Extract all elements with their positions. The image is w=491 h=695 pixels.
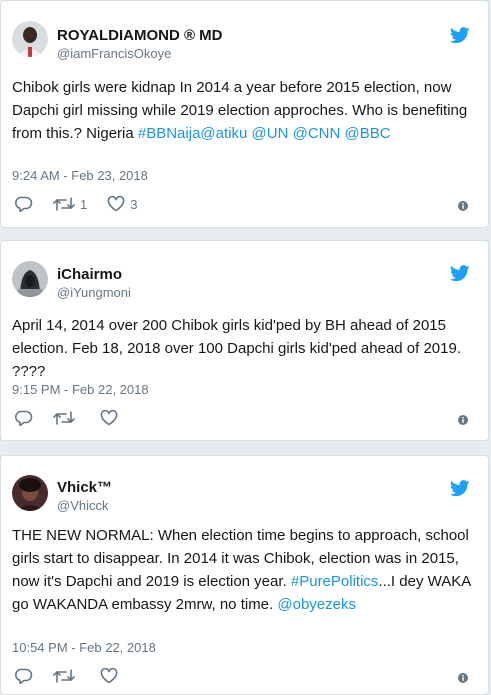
heart-icon xyxy=(100,410,118,426)
tweet-text: THE NEW NORMAL: When election time begin… xyxy=(12,524,482,616)
reply-icon xyxy=(15,668,33,684)
heart-icon xyxy=(100,668,118,684)
timestamp[interactable]: 9:15 PM - Feb 22, 2018 xyxy=(12,382,149,397)
retweet-icon xyxy=(53,669,75,683)
like-button[interactable]: 3 xyxy=(107,196,137,212)
heart-icon xyxy=(107,196,125,212)
timestamp[interactable]: 10:54 PM - Feb 22, 2018 xyxy=(12,640,156,655)
tweet-actions: 1 3 xyxy=(15,195,157,213)
reply-button[interactable] xyxy=(15,196,33,212)
tweet-card[interactable]: iChairmo @iYungmoni April 14, 2014 over … xyxy=(0,240,489,441)
reply-button[interactable] xyxy=(15,668,33,684)
avatar[interactable] xyxy=(12,21,48,57)
info-icon[interactable] xyxy=(458,673,468,683)
tweet-link[interactable]: @atiku xyxy=(200,125,247,142)
retweet-button[interactable]: 1 xyxy=(53,196,87,212)
tweet-link[interactable]: @obyezeks xyxy=(277,596,356,613)
like-count: 3 xyxy=(130,196,138,212)
tweet-link[interactable]: @UN xyxy=(252,125,289,142)
retweet-icon xyxy=(53,197,75,211)
reply-icon xyxy=(15,410,33,426)
username-handle[interactable]: @Vhicck xyxy=(57,498,109,513)
tweet-actions xyxy=(15,409,143,427)
like-button[interactable] xyxy=(100,668,123,684)
tweet-actions xyxy=(15,667,143,685)
avatar[interactable] xyxy=(12,261,48,297)
tweet-link[interactable]: @CNN xyxy=(293,125,341,142)
tweet-link[interactable]: #BBNaija xyxy=(138,125,201,142)
display-name[interactable]: Vhick™ xyxy=(57,479,112,496)
display-name[interactable]: ROYALDIAMOND ® MD xyxy=(57,27,223,44)
reply-button[interactable] xyxy=(15,410,33,426)
reply-icon xyxy=(15,196,33,212)
display-name[interactable]: iChairmo xyxy=(57,266,122,283)
retweet-icon xyxy=(53,411,75,425)
twitter-bird-icon[interactable] xyxy=(450,480,470,497)
retweet-count: 1 xyxy=(80,196,88,212)
twitter-bird-icon[interactable] xyxy=(450,27,470,44)
tweet-card[interactable]: ROYALDIAMOND ® MD @iamFrancisOkoye Chibo… xyxy=(0,0,489,228)
tweet-text: April 14, 2014 over 200 Chibok girls kid… xyxy=(12,314,482,383)
tweet-text-segment: April 14, 2014 over 200 Chibok girls kid… xyxy=(12,317,462,380)
avatar[interactable] xyxy=(12,475,48,511)
tweet-link[interactable]: #PurePolitics xyxy=(291,573,379,590)
timestamp[interactable]: 9:24 AM - Feb 23, 2018 xyxy=(12,168,148,183)
tweet-card[interactable]: Vhick™ @Vhicck THE NEW NORMAL: When elec… xyxy=(0,455,489,695)
retweet-button[interactable] xyxy=(53,668,80,684)
info-icon[interactable] xyxy=(458,415,468,425)
retweet-button[interactable] xyxy=(53,410,80,426)
info-icon[interactable] xyxy=(458,201,468,211)
tweet-link[interactable]: @BBC xyxy=(345,125,391,142)
username-handle[interactable]: @iamFrancisOkoye xyxy=(57,46,171,61)
tweet-text: Chibok girls were kidnap In 2014 a year … xyxy=(12,76,482,145)
username-handle[interactable]: @iYungmoni xyxy=(57,285,131,300)
twitter-bird-icon[interactable] xyxy=(450,265,470,282)
like-button[interactable] xyxy=(100,410,123,426)
